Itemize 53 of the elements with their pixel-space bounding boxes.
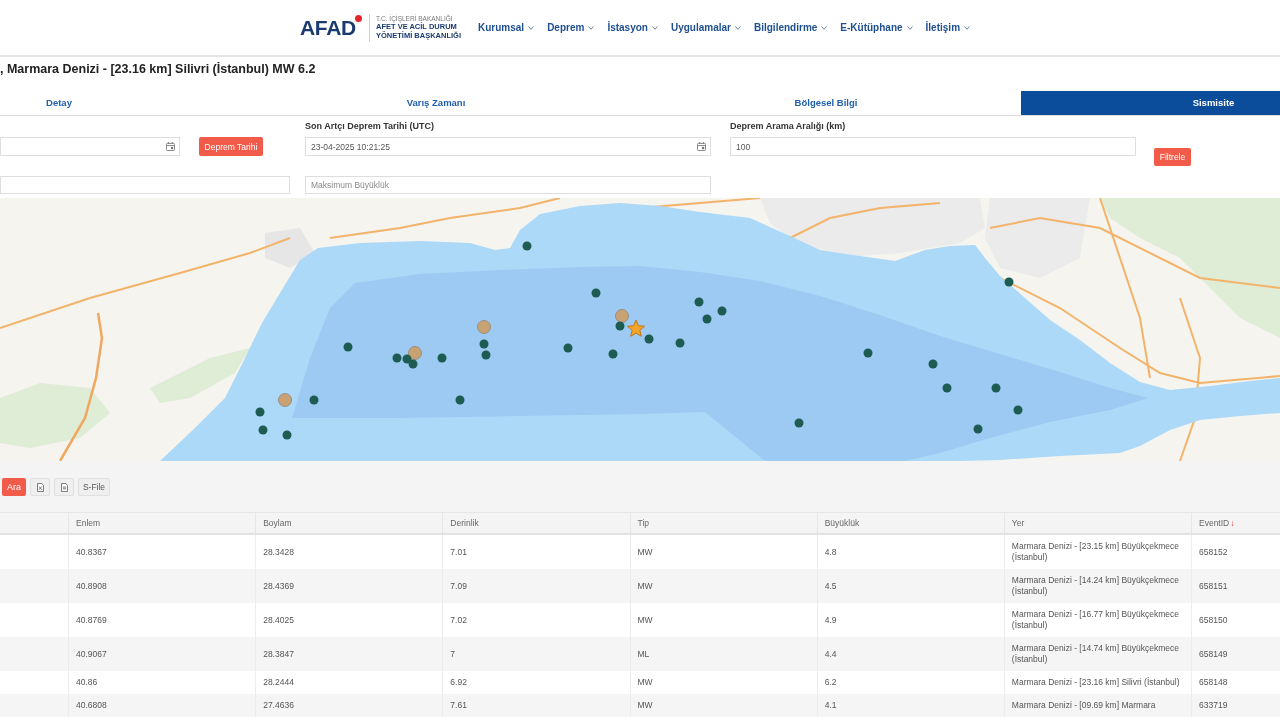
table-row[interactable]: 40.9067 28.3847 7 ML 4.4 Marmara Denizi - [14.74 km] Büyükçekmece (İstanbul) 658149 <box>0 637 1280 671</box>
table-cell: Marmara Denizi - [09.69 km] Marmara <box>1003 694 1191 717</box>
table-cell: 4.1 <box>816 694 1004 717</box>
table-row[interactable]: 40.6808 27.4636 7.61 MW 4.1 Marmara Denizi - [09.69 km] Marmara 633719 <box>0 694 1280 717</box>
document-file-icon <box>60 482 68 492</box>
table-cell: MW <box>629 694 817 717</box>
chevron-down-icon <box>735 25 741 30</box>
table-cell: 27.4636 <box>255 694 443 717</box>
tab[interactable]: Detay <box>0 91 241 115</box>
input-field[interactable]: 100 <box>730 137 1136 156</box>
logo-wordmark[interactable]: AFAD <box>300 16 356 39</box>
column-header[interactable]: Derinlik <box>442 513 630 533</box>
tab[interactable]: Bölgesel Bilgi <box>631 91 1021 115</box>
column-header[interactable]: Tip <box>629 513 817 533</box>
calendar-icon[interactable] <box>166 142 175 151</box>
chevron-down-icon <box>528 25 535 30</box>
chevron-down-icon <box>651 25 658 30</box>
date-field[interactable] <box>0 137 180 156</box>
sfile-button[interactable]: S-File <box>78 478 110 496</box>
icon-button[interactable] <box>30 478 50 496</box>
sort-arrow-icon: ↓ <box>1230 518 1235 528</box>
nav-link[interactable]: E-Kütüphane <box>840 22 913 33</box>
table-row[interactable]: 40.8908 28.4369 7.09 MW 4.5 Marmara Denizi - [14.24 km] Büyükçekmece (İstanbul) 658151 <box>0 569 1280 603</box>
column-header[interactable]: Büyüklük <box>816 513 1004 533</box>
table-cell: 40.6808 <box>68 694 256 717</box>
field-label: Deprem Arama Aralığı (km) <box>730 120 847 133</box>
chevron-down-icon <box>821 25 828 30</box>
column-header[interactable]: Enlem <box>68 513 256 533</box>
table-cell: 633719 <box>1191 694 1280 717</box>
dot-icon <box>354 14 362 22</box>
input-field[interactable]: Maksimum Büyüklük <box>305 176 711 194</box>
column-header[interactable]: Yer <box>1003 513 1191 533</box>
table-cell: 7.61 <box>442 694 630 717</box>
nav-link[interactable]: Kurumsal <box>478 22 535 33</box>
icon-button[interactable] <box>54 478 74 496</box>
column-header[interactable]: EventID↓ <box>1191 513 1280 533</box>
input-field[interactable] <box>0 176 290 194</box>
spreadsheet-file-icon <box>36 482 44 492</box>
nav-link[interactable]: İletişim <box>925 22 971 33</box>
tab[interactable]: Sismisite <box>1021 91 1280 115</box>
nav-link[interactable]: İstasyon <box>607 22 658 33</box>
column-header[interactable]: Boylam <box>255 513 443 533</box>
date-field[interactable]: 23-04-2025 10:21:25 <box>305 137 711 156</box>
nav-link[interactable]: Bilgilendirme <box>754 22 828 33</box>
chevron-down-icon <box>588 25 595 30</box>
tab[interactable]: Varış Zamanı <box>241 91 631 115</box>
chevron-down-icon <box>906 25 913 30</box>
page-title: , Marmara Denizi - [23.16 km] Silivri (İstanbul) MW 6.2 <box>0 61 317 77</box>
nav-link[interactable]: Deprem <box>547 22 595 33</box>
calendar-icon[interactable] <box>697 142 706 151</box>
chevron-down-icon <box>964 25 971 30</box>
field-label: Son Artçı Deprem Tarihi (UTC) <box>305 120 435 133</box>
nav-link[interactable]: Uygulamalar <box>670 22 741 33</box>
